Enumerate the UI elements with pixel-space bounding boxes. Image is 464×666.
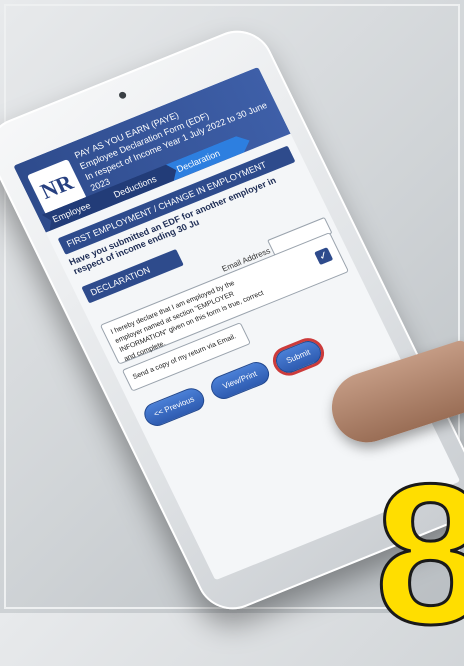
previous-button[interactable]: << Previous — [140, 384, 209, 430]
declaration-checkbox[interactable]: ✓ — [314, 247, 334, 266]
step-number: 8 — [374, 443, 464, 666]
camera-icon — [117, 90, 128, 100]
submit-button[interactable]: Submit — [271, 337, 326, 377]
view-print-button[interactable]: View/Print — [207, 358, 274, 403]
